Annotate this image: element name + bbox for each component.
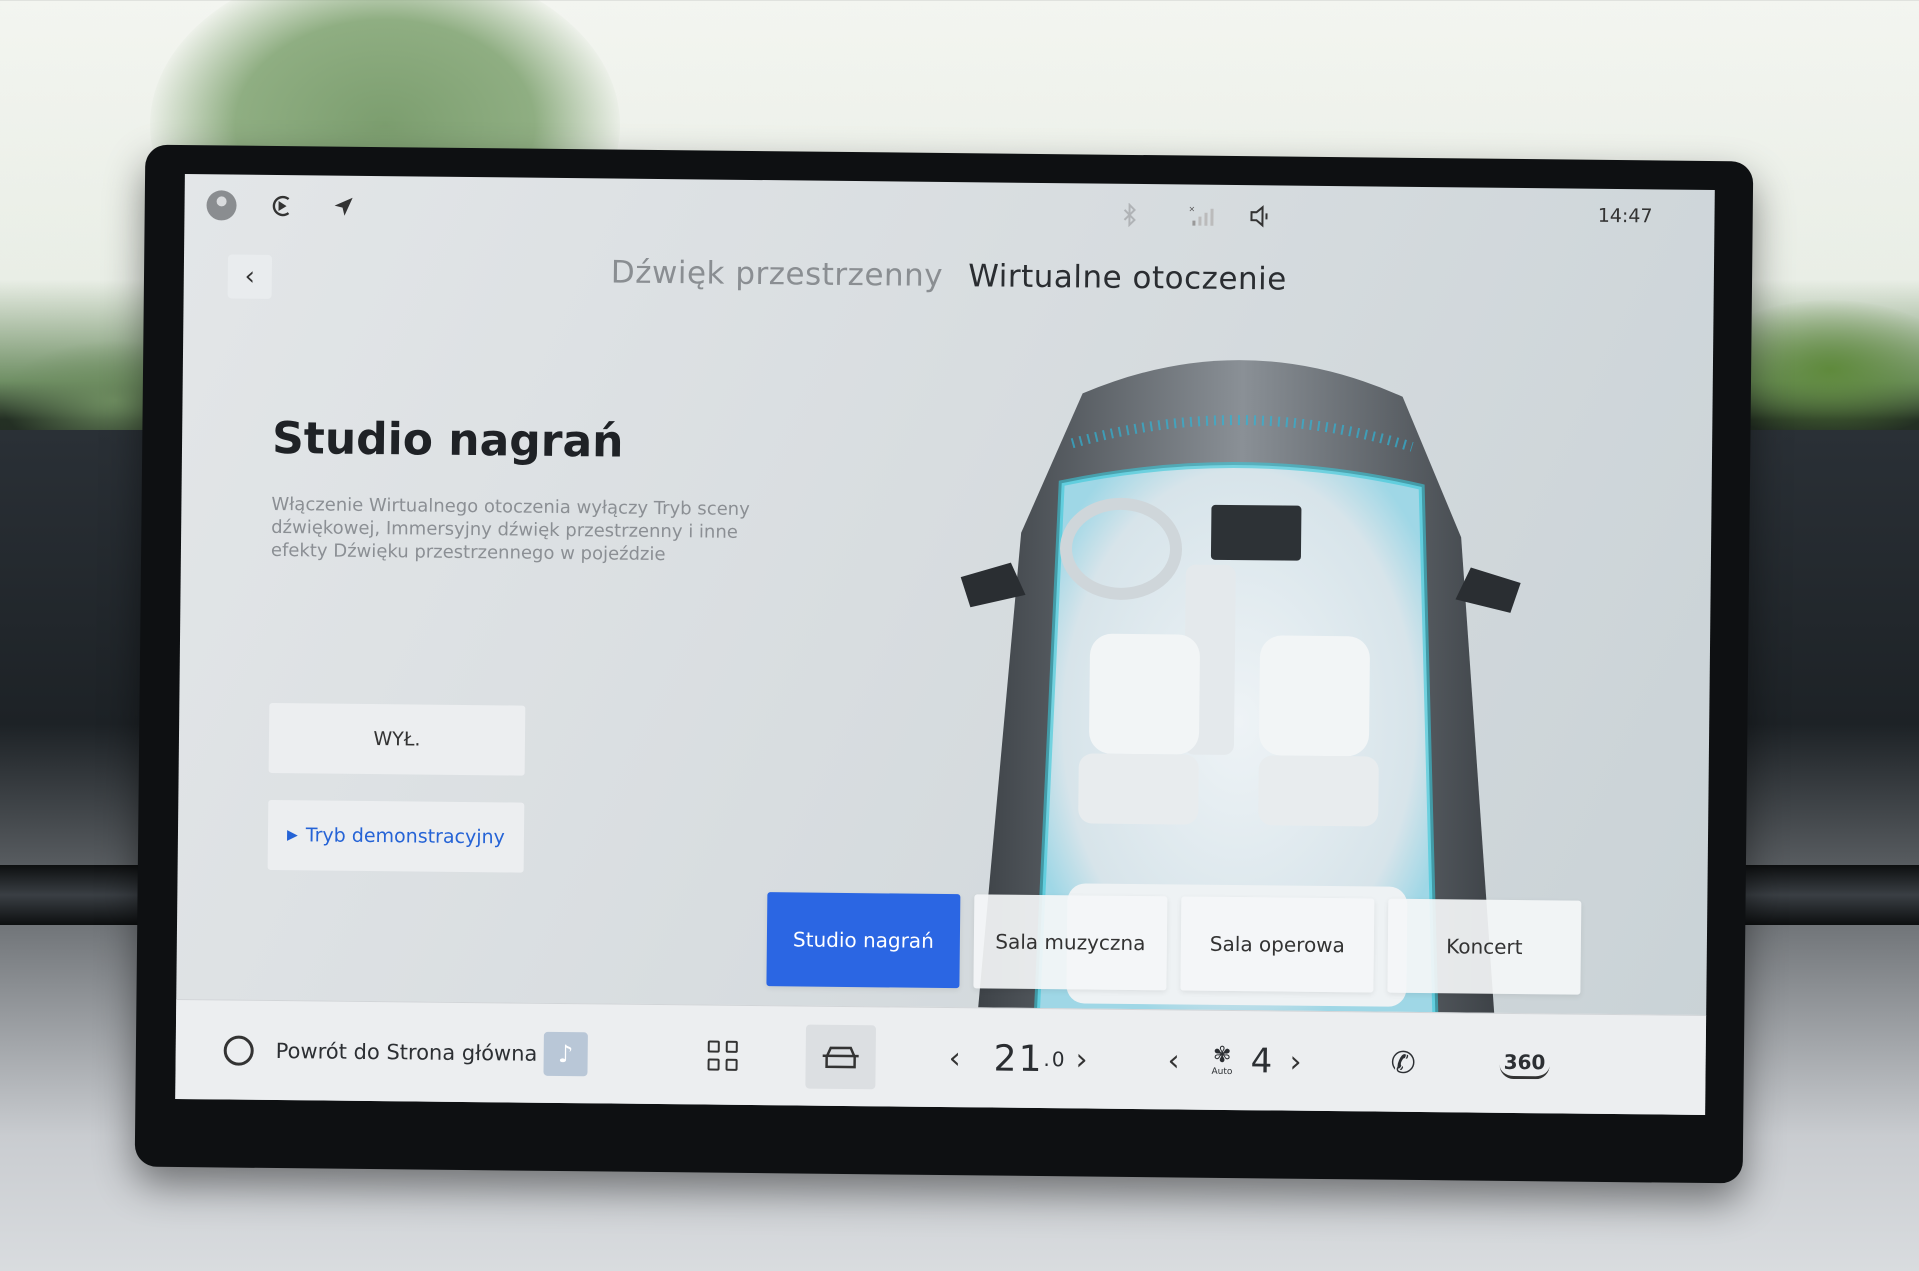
apps-button[interactable] xyxy=(707,1006,738,1106)
navigation-icon[interactable] xyxy=(326,190,360,224)
page-title: Studio nagrań xyxy=(271,412,624,468)
temp-increase-button[interactable]: › xyxy=(1075,1009,1088,1109)
tab-virtual-environment[interactable]: Wirtualne otoczenie xyxy=(968,258,1287,297)
svg-text:×: × xyxy=(1189,205,1196,214)
car-icon xyxy=(805,1024,877,1090)
music-app-button[interactable]: ♪ xyxy=(543,1004,588,1104)
mode-selector: Studio nagrań Sala muzyczna Sala operowa… xyxy=(766,892,1582,995)
chevron-right-icon: › xyxy=(1289,1044,1302,1080)
camera-360-icon: 360 xyxy=(1499,1049,1550,1079)
description-text: Włączenie Wirtualnego otoczenia wyłączy … xyxy=(270,493,750,566)
fan-decrease-button[interactable]: ‹ xyxy=(1167,1010,1180,1110)
avatar-icon[interactable] xyxy=(204,188,238,222)
home-return-label[interactable]: Powrót do Strona główna xyxy=(275,1001,538,1104)
infotainment-screen: × 14:47 ‹ Dźwięk przestrzenny Wirtualne … xyxy=(175,174,1715,1115)
tab-spatial-sound[interactable]: Dźwięk przestrzenny xyxy=(611,254,944,293)
mode-recording-studio[interactable]: Studio nagrań xyxy=(766,892,961,989)
carplay-icon[interactable] xyxy=(264,189,298,223)
temperature-display: 21.0 xyxy=(993,1009,1067,1110)
demo-mode-button[interactable]: ▶ Tryb demonstracyjny xyxy=(267,799,525,873)
home-circle-icon xyxy=(223,1035,254,1066)
bluetooth-icon xyxy=(1112,198,1146,232)
phone-button[interactable]: ✆ xyxy=(1390,1013,1416,1113)
fan-icon: ✾ xyxy=(1212,1042,1232,1069)
vehicle-button[interactable] xyxy=(805,1007,877,1108)
bottom-dock: Powrót do Strona główna ♪ ‹ 21.0 › ‹ ✾ Au… xyxy=(175,998,1707,1115)
temp-decrease-button[interactable]: ‹ xyxy=(948,1008,961,1108)
demo-mode-label: Tryb demonstracyjny xyxy=(305,824,505,849)
fan-auto-label: Auto xyxy=(1211,1066,1233,1078)
off-button[interactable]: WYŁ. xyxy=(268,702,526,776)
fan-auto-indicator: ✾ Auto xyxy=(1211,1011,1233,1111)
camera-360-button[interactable]: 360 xyxy=(1499,1014,1550,1115)
temperature-decimal: .0 xyxy=(1043,1047,1067,1072)
music-note-icon: ♪ xyxy=(543,1031,588,1077)
mode-concert-hall[interactable]: Sala muzyczna xyxy=(973,894,1168,991)
play-icon: ▶ xyxy=(287,827,298,844)
chevron-left-icon: ‹ xyxy=(948,1040,961,1076)
volume-icon[interactable] xyxy=(1244,199,1278,233)
home-button[interactable] xyxy=(223,1000,254,1100)
phone-icon: ✆ xyxy=(1390,1045,1416,1081)
mode-concert[interactable]: Koncert xyxy=(1387,898,1582,995)
chevron-right-icon: › xyxy=(1075,1041,1088,1078)
temperature-value: 21 xyxy=(993,1038,1044,1080)
tab-bar: Dźwięk przestrzenny Wirtualne otoczenie xyxy=(184,250,1714,302)
mode-opera-hall[interactable]: Sala operowa xyxy=(1180,896,1375,993)
chevron-left-icon: ‹ xyxy=(1167,1042,1180,1078)
signal-icon: × xyxy=(1184,198,1218,232)
apps-grid-icon xyxy=(707,1040,738,1071)
fan-increase-button[interactable]: › xyxy=(1289,1012,1302,1112)
clock: 14:47 xyxy=(1597,204,1653,228)
fan-level: 4 xyxy=(1250,1041,1273,1082)
